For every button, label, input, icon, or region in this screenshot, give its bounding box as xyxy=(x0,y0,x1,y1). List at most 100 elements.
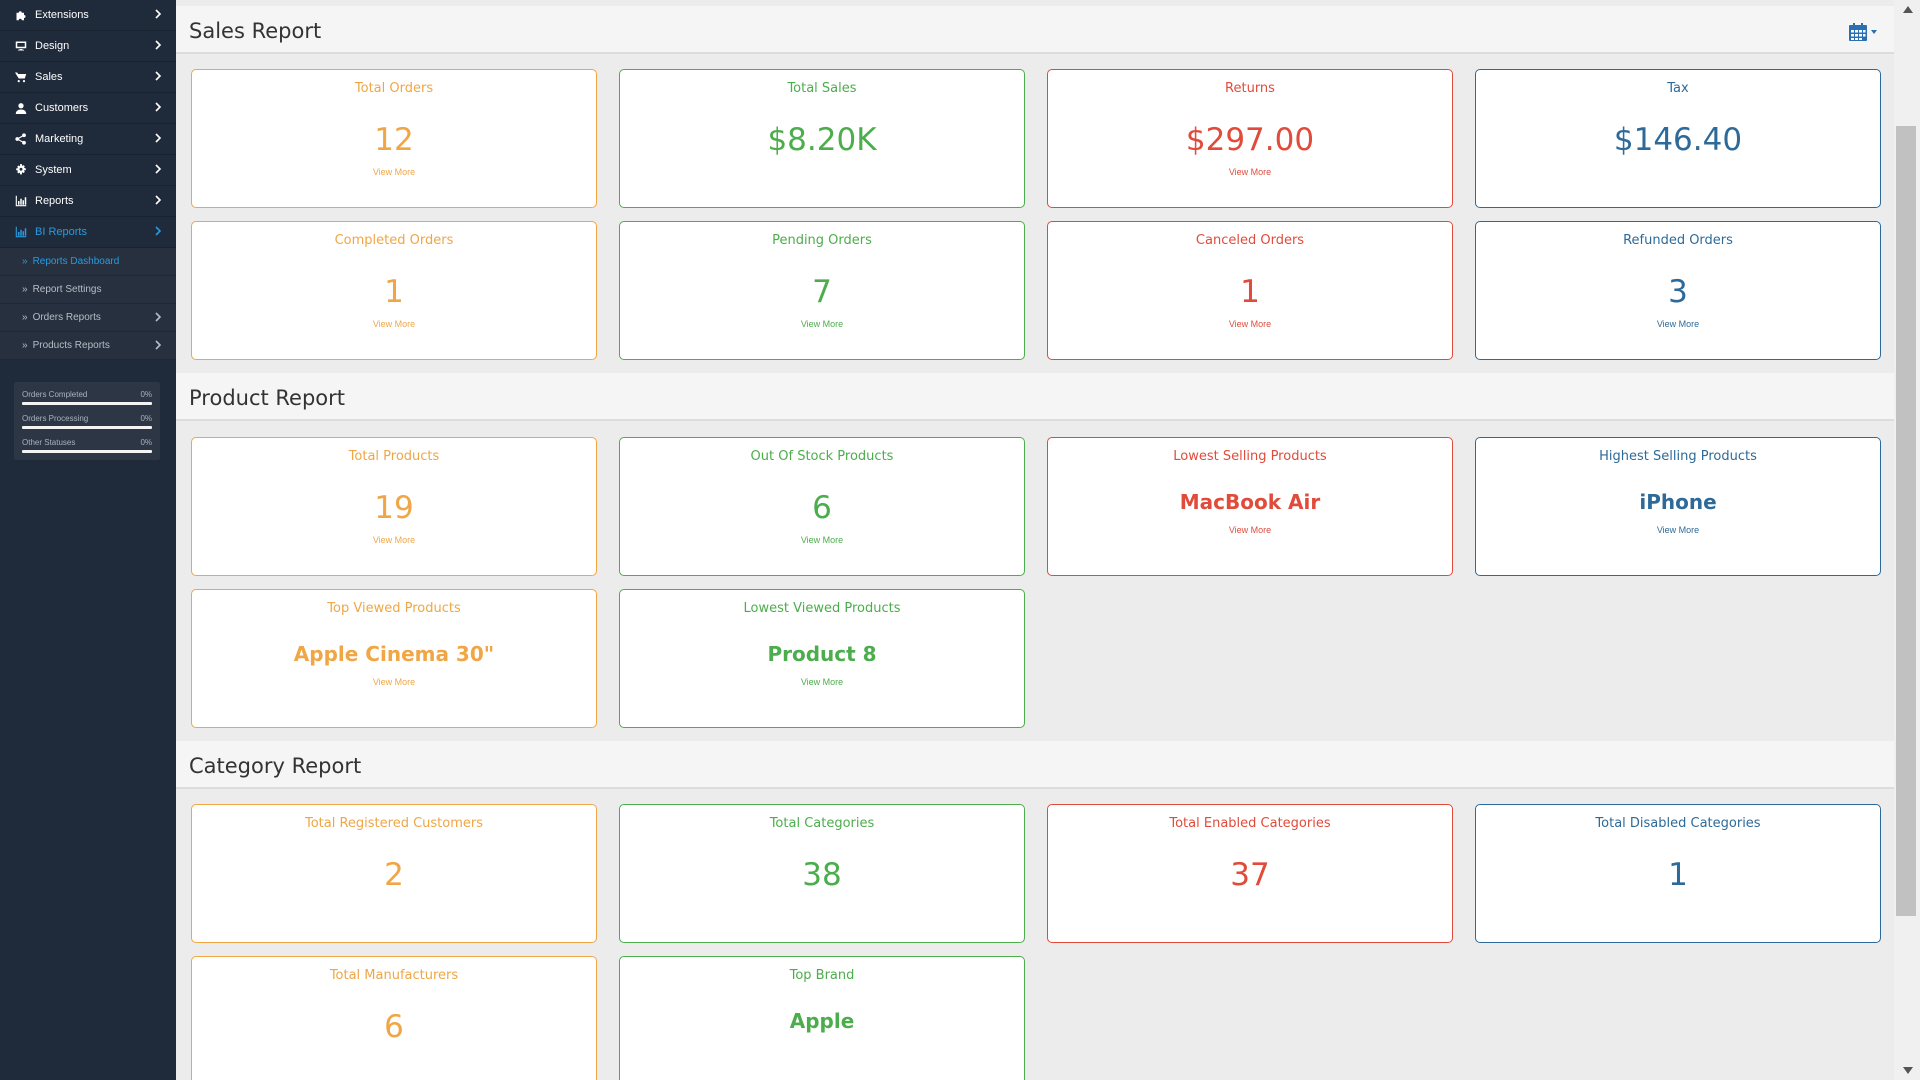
card-value: 6 xyxy=(812,490,832,526)
view-more-link[interactable]: View More xyxy=(620,319,1024,329)
total-categories-card: Total Categories 38 xyxy=(619,804,1025,943)
total-enabled-categories-card: Total Enabled Categories 37 xyxy=(1047,804,1453,943)
sidebar-item-design[interactable]: Design xyxy=(0,31,176,62)
card-value: 1 xyxy=(1240,274,1260,310)
highest-selling-products-card: Highest Selling Products iPhone View Mor… xyxy=(1475,437,1881,576)
card-value: 12 xyxy=(374,122,414,158)
scroll-up-arrow-icon[interactable] xyxy=(1903,6,1913,13)
stat-other-statuses: Other Statuses 0% xyxy=(20,436,154,460)
card-value: $297.00 xyxy=(1185,122,1315,158)
view-more-link[interactable]: View More xyxy=(192,167,596,177)
chevron-right-icon xyxy=(154,312,164,324)
pending-orders-card: Pending Orders 7 View More xyxy=(619,221,1025,360)
top-viewed-products-card: Top Viewed Products Apple Cinema 30" Vie… xyxy=(191,589,597,728)
view-more-link[interactable]: View More xyxy=(1048,525,1452,535)
card-title: Refunded Orders xyxy=(1623,233,1733,248)
card-title: Tax xyxy=(1667,81,1689,96)
sidebar-subitem-label: Reports Dashboard xyxy=(32,256,120,267)
card-title: Canceled Orders xyxy=(1195,233,1305,248)
view-more-link[interactable]: View More xyxy=(1476,525,1880,535)
canceled-orders-card: Canceled Orders 1 View More xyxy=(1047,221,1453,360)
cart-icon xyxy=(14,70,28,84)
progress-bar xyxy=(22,450,152,453)
card-title: Total Manufacturers xyxy=(329,968,459,983)
card-value: 1 xyxy=(384,274,404,310)
sidebar-subitem-report-settings[interactable]: » Report Settings xyxy=(0,276,176,304)
sidebar-subitem-label: Report Settings xyxy=(32,284,102,295)
chevron-right-icon xyxy=(154,164,164,176)
card-value: Apple xyxy=(789,1009,855,1033)
view-more-link[interactable]: View More xyxy=(1476,319,1880,329)
sidebar-item-label: Marketing xyxy=(35,133,84,145)
double-chevron-icon: » xyxy=(22,312,28,323)
sidebar-item-extensions[interactable]: Extensions xyxy=(0,0,176,31)
sidebar-subitem-orders-reports[interactable]: » Orders Reports xyxy=(0,304,176,332)
view-more-link[interactable]: View More xyxy=(192,677,596,687)
card-title: Lowest Selling Products xyxy=(1173,449,1327,464)
sidebar-submenu: » Reports Dashboard » Report Settings » … xyxy=(0,248,176,360)
card-title: Out Of Stock Products xyxy=(750,449,894,464)
sidebar-subitem-reports-dashboard[interactable]: » Reports Dashboard xyxy=(0,248,176,276)
stat-percent: 0% xyxy=(140,414,152,423)
lowest-viewed-products-card: Lowest Viewed Products Product 8 View Mo… xyxy=(619,589,1025,728)
card-title: Top Brand xyxy=(789,968,855,983)
scroll-down-arrow-icon[interactable] xyxy=(1903,1067,1913,1074)
card-value: 37 xyxy=(1230,857,1270,893)
view-more-link[interactable]: View More xyxy=(620,677,1024,687)
sidebar-item-bi-reports[interactable]: BI Reports xyxy=(0,217,176,248)
card-value: 2 xyxy=(384,857,404,893)
monitor-icon xyxy=(14,39,28,53)
stat-percent: 0% xyxy=(140,390,152,399)
sidebar-item-label: Reports xyxy=(35,195,74,207)
view-more-link[interactable]: View More xyxy=(192,535,596,545)
view-more-link[interactable]: View More xyxy=(1048,167,1452,177)
refunded-orders-card: Refunded Orders 3 View More xyxy=(1475,221,1881,360)
sidebar-item-label: System xyxy=(35,164,72,176)
stat-orders-processing: Orders Processing 0% xyxy=(20,412,154,436)
view-more-link[interactable]: View More xyxy=(192,319,596,329)
sidebar-item-reports[interactable]: Reports xyxy=(0,186,176,217)
view-more-link[interactable]: View More xyxy=(620,535,1024,545)
stat-label: Orders Processing xyxy=(22,414,89,423)
chevron-right-icon xyxy=(154,195,164,207)
card-value: $8.20K xyxy=(767,122,877,158)
date-filter-button[interactable] xyxy=(1848,21,1884,43)
chevron-right-icon xyxy=(154,9,164,21)
card-value: 19 xyxy=(374,490,414,526)
card-title: Lowest Viewed Products xyxy=(743,601,901,616)
share-icon xyxy=(14,132,28,146)
sidebar: Extensions Design Sales Customers Market… xyxy=(0,0,176,1080)
sidebar-item-sales[interactable]: Sales xyxy=(0,62,176,93)
sidebar-item-label: Sales xyxy=(35,71,63,83)
bar-chart-icon xyxy=(14,225,28,239)
progress-bar xyxy=(22,402,152,405)
card-title: Total Products xyxy=(348,449,440,464)
sidebar-subitem-products-reports[interactable]: » Products Reports xyxy=(0,332,176,360)
double-chevron-icon: » xyxy=(22,340,28,351)
card-value: Apple Cinema 30" xyxy=(293,642,495,666)
card-value: Product 8 xyxy=(767,642,877,666)
sidebar-item-marketing[interactable]: Marketing xyxy=(0,124,176,155)
chevron-right-icon xyxy=(154,226,164,238)
card-title: Pending Orders xyxy=(772,233,872,248)
card-title: Highest Selling Products xyxy=(1599,449,1757,464)
card-title: Total Categories xyxy=(769,816,875,831)
total-products-card: Total Products 19 View More xyxy=(191,437,597,576)
lowest-selling-products-card: Lowest Selling Products MacBook Air View… xyxy=(1047,437,1453,576)
progress-bar xyxy=(22,426,152,429)
stat-orders-completed: Orders Completed 0% xyxy=(20,388,154,412)
section-title: Sales Report xyxy=(189,19,322,43)
top-brand-card: Top Brand Apple xyxy=(619,956,1025,1080)
bar-chart-icon xyxy=(14,194,28,208)
card-title: Completed Orders xyxy=(334,233,454,248)
scrollbar-thumb[interactable] xyxy=(1896,126,1916,916)
card-title: Returns xyxy=(1225,81,1275,96)
card-title: Total Enabled Categories xyxy=(1169,816,1331,831)
section-title: Category Report xyxy=(189,754,362,778)
sidebar-item-system[interactable]: System xyxy=(0,155,176,186)
chevron-right-icon xyxy=(154,340,164,352)
vertical-scrollbar[interactable] xyxy=(1894,0,1920,1080)
sidebar-item-label: Customers xyxy=(35,102,89,114)
view-more-link[interactable]: View More xyxy=(1048,319,1452,329)
sidebar-item-customers[interactable]: Customers xyxy=(0,93,176,124)
